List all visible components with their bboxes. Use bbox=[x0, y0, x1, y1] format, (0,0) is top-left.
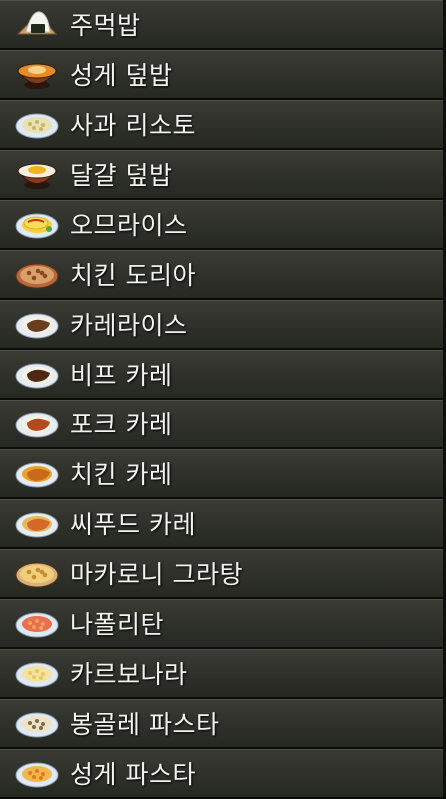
list-item-label: 달걀 덮밥 bbox=[70, 160, 173, 190]
list-item-label: 성게 덮밥 bbox=[70, 60, 173, 90]
list-item-label: 카레라이스 bbox=[70, 310, 188, 340]
list-item-9[interactable]: 치킨 카레 bbox=[0, 449, 446, 500]
list-item-0[interactable]: 주먹밥 bbox=[0, 0, 446, 50]
seafood-curry-icon bbox=[14, 503, 60, 543]
list-item-2[interactable]: 사과 리소토 bbox=[0, 99, 446, 150]
apple-risotto-icon bbox=[14, 104, 60, 144]
list-item-6[interactable]: 카레라이스 bbox=[0, 299, 446, 350]
list-item-label: 사과 리소토 bbox=[70, 110, 196, 140]
list-item-label: 나폴리탄 bbox=[70, 610, 165, 640]
omurice-icon bbox=[14, 204, 60, 244]
beef-curry-icon bbox=[14, 354, 60, 394]
list-item-7[interactable]: 비프 카레 bbox=[0, 349, 446, 400]
list-item-13[interactable]: 카르보나라 bbox=[0, 649, 446, 700]
recipe-list: 주먹밥 성게 덮밥 사과 리소토 달걀 덮밥 오므라이스 치킨 도리아 카레라이… bbox=[0, 0, 446, 799]
carbonara-icon bbox=[14, 653, 60, 693]
list-item-1[interactable]: 성게 덮밥 bbox=[0, 49, 446, 100]
list-item-label: 카르보나라 bbox=[70, 660, 188, 690]
list-item-label: 씨푸드 카레 bbox=[70, 510, 196, 540]
list-item-label: 치킨 카레 bbox=[70, 460, 173, 490]
vongole-pasta-icon bbox=[14, 703, 60, 743]
sea-urchin-pasta-icon bbox=[14, 753, 60, 793]
pork-curry-icon bbox=[14, 403, 60, 443]
chicken-curry-icon bbox=[14, 453, 60, 493]
list-item-8[interactable]: 포크 카레 bbox=[0, 399, 446, 450]
list-item-label: 주먹밥 bbox=[70, 10, 141, 40]
napolitan-icon bbox=[14, 603, 60, 643]
list-item-3[interactable]: 달걀 덮밥 bbox=[0, 149, 446, 200]
curry-rice-icon bbox=[14, 304, 60, 344]
list-item-label: 비프 카레 bbox=[70, 360, 173, 390]
list-item-11[interactable]: 마카로니 그라탕 bbox=[0, 549, 446, 600]
list-item-label: 오므라이스 bbox=[70, 210, 188, 240]
macaroni-gratin-icon bbox=[14, 553, 60, 593]
list-item-4[interactable]: 오므라이스 bbox=[0, 199, 446, 250]
list-item-label: 치킨 도리아 bbox=[70, 260, 196, 290]
sea-urchin-rice-bowl-icon bbox=[14, 54, 60, 94]
egg-rice-bowl-icon bbox=[14, 154, 60, 194]
onigiri-icon bbox=[14, 4, 60, 44]
list-item-15[interactable]: 성게 파스타 bbox=[0, 749, 446, 799]
list-item-label: 봉골레 파스타 bbox=[70, 710, 220, 740]
list-item-14[interactable]: 봉골레 파스타 bbox=[0, 699, 446, 750]
list-item-10[interactable]: 씨푸드 카레 bbox=[0, 499, 446, 550]
list-item-label: 포크 카레 bbox=[70, 410, 173, 440]
list-item-12[interactable]: 나폴리탄 bbox=[0, 599, 446, 650]
list-item-5[interactable]: 치킨 도리아 bbox=[0, 249, 446, 300]
chicken-doria-icon bbox=[14, 254, 60, 294]
list-item-label: 마카로니 그라탕 bbox=[70, 560, 243, 590]
list-item-label: 성게 파스타 bbox=[70, 760, 196, 790]
